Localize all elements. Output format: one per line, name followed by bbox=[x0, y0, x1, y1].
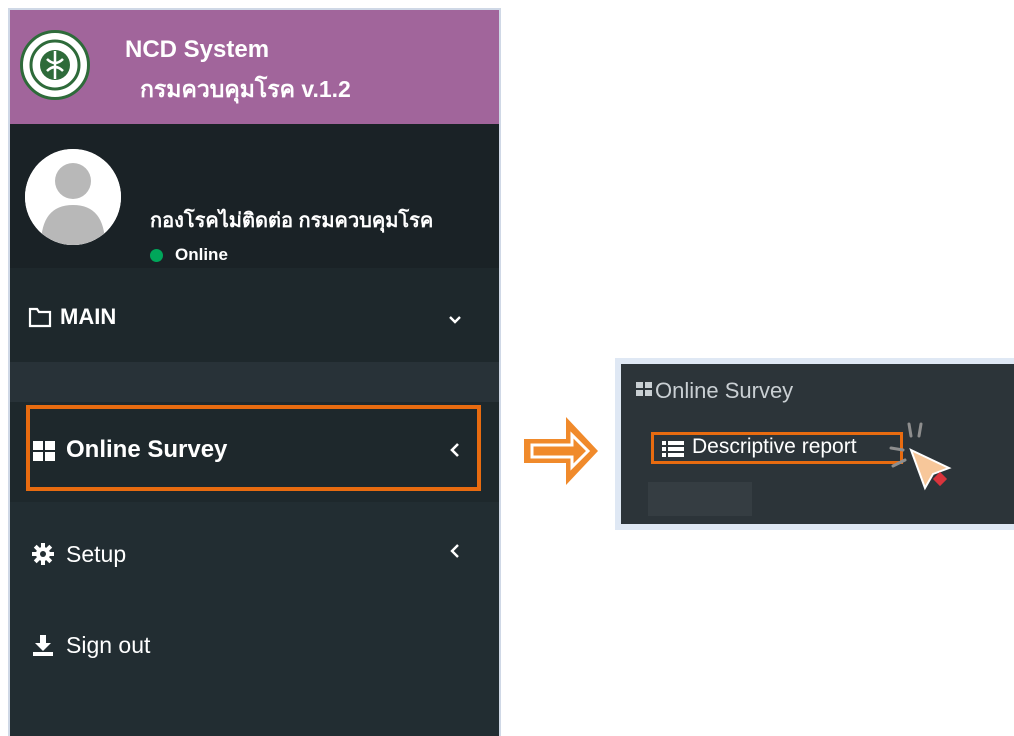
department-seal-icon bbox=[20, 30, 90, 100]
menu-spacer bbox=[10, 362, 499, 402]
grid-icon bbox=[32, 440, 56, 467]
app-subtitle: กรมควบคุมโรค v.1.2 bbox=[140, 76, 351, 102]
list-icon bbox=[662, 441, 684, 463]
sidebar-item-label: Sign out bbox=[66, 632, 151, 658]
chevron-down-icon bbox=[448, 312, 462, 330]
download-icon bbox=[32, 634, 54, 661]
submenu-parent-label: Online Survey bbox=[655, 378, 794, 403]
sidebar-item-sign-out[interactable]: Sign out bbox=[10, 608, 499, 688]
sidebar-item-label: Online Survey bbox=[66, 436, 228, 463]
app-title: NCD System bbox=[125, 36, 270, 63]
grid-icon bbox=[636, 382, 652, 402]
user-panel: กองโรคไม่ติดต่อ กรมควบคุมโรค Online bbox=[10, 124, 499, 268]
brand-header: NCD System กรมควบคุมโรค v.1.2 bbox=[10, 10, 499, 124]
mouse-cursor-icon bbox=[889, 422, 957, 499]
user-name: กองโรคไม่ติดต่อ กรมควบคุมโรค bbox=[150, 210, 434, 232]
sidebar: NCD System กรมควบคุมโรค v.1.2 กองโรคไม่ต… bbox=[8, 8, 501, 736]
sidebar-item-online-survey[interactable]: Online Survey bbox=[10, 402, 499, 502]
online-status-dot bbox=[150, 249, 163, 262]
submenu-popup: Online Survey Descriptive report bbox=[615, 358, 1014, 530]
sidebar-item-label: MAIN bbox=[60, 304, 117, 329]
gear-icon bbox=[32, 543, 54, 570]
submenu-placeholder bbox=[648, 482, 752, 516]
folder-icon bbox=[28, 306, 52, 333]
online-status-text: Online bbox=[175, 245, 228, 264]
sidebar-item-main[interactable]: MAIN bbox=[10, 268, 499, 362]
submenu-item-label: Descriptive report bbox=[692, 435, 857, 458]
submenu-item-descriptive-report[interactable]: Descriptive report bbox=[651, 432, 903, 464]
right-arrow-icon bbox=[522, 413, 602, 494]
sidebar-item-label: Setup bbox=[66, 541, 127, 567]
chevron-left-icon bbox=[450, 543, 460, 564]
submenu-panel: Online Survey Descriptive report bbox=[621, 364, 1014, 524]
avatar bbox=[25, 149, 121, 245]
chevron-left-icon bbox=[450, 442, 460, 463]
sidebar-item-setup[interactable]: Setup bbox=[10, 515, 499, 595]
